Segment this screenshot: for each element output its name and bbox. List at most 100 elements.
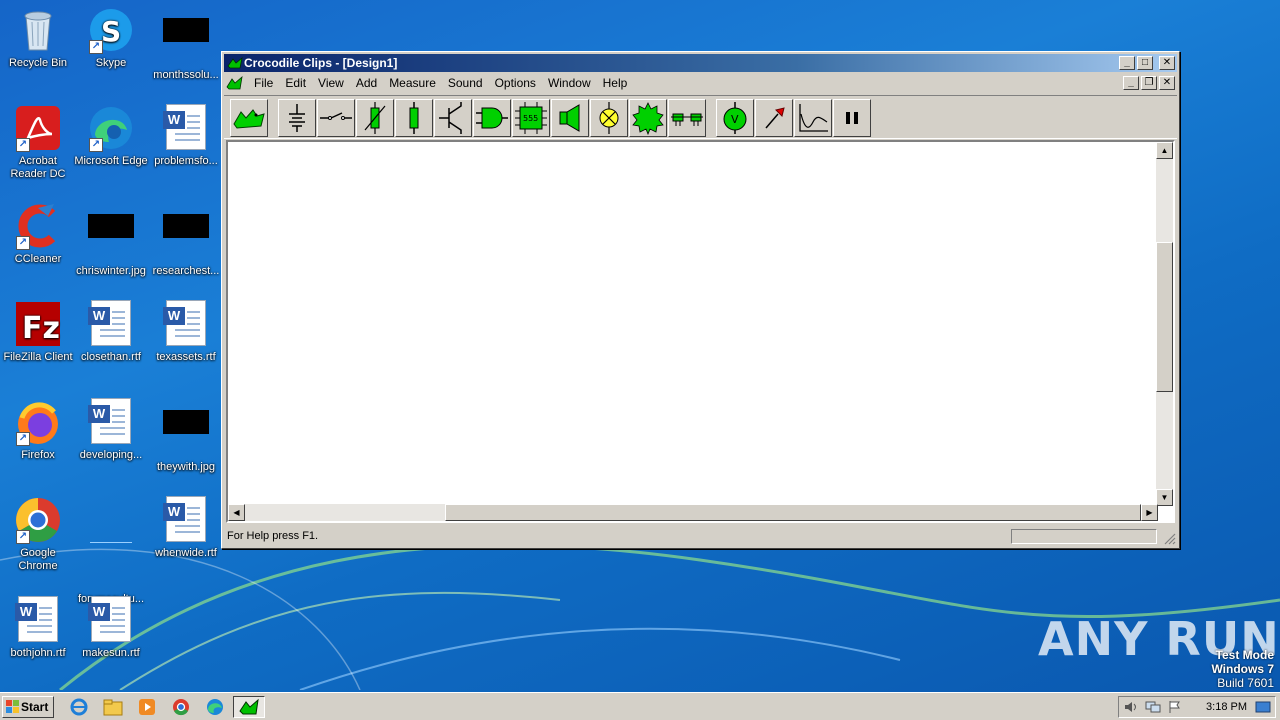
desktop-icon-developing[interactable]: W developing...: [73, 398, 149, 462]
shortcut-arrow-icon: ↗: [89, 40, 103, 54]
toolbar-voltmeter[interactable]: V: [716, 99, 754, 137]
media-player-icon[interactable]: [136, 697, 158, 717]
toolbar-thermistor[interactable]: [356, 99, 394, 137]
desktop-icon-ccleaner[interactable]: ↗ CCleaner: [0, 202, 76, 266]
desktop-icon-recycle-bin[interactable]: Recycle Bin: [0, 6, 76, 70]
image-thumbnail-icon: [87, 214, 135, 262]
desktop-icon-forumscultu[interactable]: forumscultu...: [73, 496, 149, 606]
taskbar-crocodile-clips[interactable]: [233, 696, 265, 718]
desktop-icon-label: chriswinter.jpg: [76, 265, 146, 277]
toolbar-speaker[interactable]: [551, 99, 589, 137]
toolbar-graph[interactable]: [794, 99, 832, 137]
toolbar-transistor[interactable]: [434, 99, 472, 137]
desktop-icon-chrome[interactable]: ↗ Google Chrome: [0, 496, 76, 573]
shortcut-arrow-icon: ↗: [16, 236, 30, 250]
test-mode-line1: Test Mode: [1215, 648, 1274, 662]
chrome-taskbar-icon[interactable]: [170, 697, 192, 717]
toolbar-relay[interactable]: [668, 99, 706, 137]
toolbar-pause[interactable]: [833, 99, 871, 137]
file-explorer-icon[interactable]: [102, 697, 124, 717]
toolbar-resistor[interactable]: [395, 99, 433, 137]
vertical-scrollbar[interactable]: ▲ ▼: [1156, 142, 1173, 506]
desktop-icon-researchest[interactable]: researchest...: [148, 202, 224, 278]
toolbar-motor-gear[interactable]: [629, 99, 667, 137]
desktop-icon-makesun[interactable]: W makesun.rtf: [73, 596, 149, 660]
test-mode-line2: Windows 7: [1211, 662, 1274, 676]
action-center-flag-icon[interactable]: [1167, 700, 1183, 714]
document-minimize-button[interactable]: _: [1123, 76, 1139, 90]
toolbar-logic-gate[interactable]: [473, 99, 511, 137]
scroll-down-button[interactable]: ▼: [1156, 489, 1173, 506]
horizontal-scrollbar[interactable]: ◀ ▶: [228, 504, 1158, 521]
desktop-icon-label: texassets.rtf: [156, 351, 216, 363]
taskbar: Start 3:18 PM: [0, 692, 1280, 720]
document-close-button[interactable]: ✕: [1159, 76, 1175, 90]
desktop-icon-chriswinter[interactable]: chriswinter.jpg: [73, 202, 149, 278]
scroll-right-button[interactable]: ▶: [1141, 504, 1158, 521]
window-titlebar[interactable]: Crocodile Clips - [Design1] _ □ ✕: [224, 54, 1177, 72]
show-desktop-icon[interactable]: [1255, 701, 1271, 713]
desktop-icon-monthssolu[interactable]: monthssolu...: [148, 6, 224, 82]
desktop-icon-edge[interactable]: ↗ Microsoft Edge: [73, 104, 149, 168]
image-thumbnail-icon: [162, 410, 210, 458]
component-toolbar: 555 V: [224, 95, 1177, 139]
start-button[interactable]: Start: [2, 696, 54, 718]
scroll-up-button[interactable]: ▲: [1156, 142, 1173, 159]
resize-grip-icon[interactable]: [1162, 531, 1176, 545]
vertical-scroll-thumb[interactable]: [1156, 242, 1173, 392]
image-thumbnail-icon: [162, 214, 210, 262]
toolbar-555-chip[interactable]: 555: [512, 99, 550, 137]
maximize-button[interactable]: □: [1137, 56, 1153, 70]
toolbar-crocodile-logo[interactable]: [230, 99, 268, 137]
logic-gate-icon: [476, 107, 508, 129]
crocodile-clips-window: Crocodile Clips - [Design1] _ □ ✕ File E…: [221, 51, 1180, 549]
desktop-icon-acrobat[interactable]: ↗ Acrobat Reader DC: [0, 104, 76, 181]
menu-window[interactable]: Window: [542, 74, 597, 92]
desktop-icon-texassets[interactable]: W texassets.rtf: [148, 300, 224, 364]
desktop-icon-label: closethan.rtf: [81, 351, 141, 363]
desktop-icon-firefox[interactable]: ↗ Firefox: [0, 398, 76, 462]
desktop-icon-skype[interactable]: S ↗ Skype: [73, 6, 149, 70]
scroll-left-button[interactable]: ◀: [228, 504, 245, 521]
close-button[interactable]: ✕: [1159, 56, 1175, 70]
minimize-button[interactable]: _: [1119, 56, 1135, 70]
svg-text:S: S: [101, 15, 121, 48]
menu-measure[interactable]: Measure: [383, 74, 442, 92]
desktop-icon-filezilla[interactable]: Fz FileZilla Client: [0, 300, 76, 364]
desktop-icon-bothjohn[interactable]: W bothjohn.rtf: [0, 596, 76, 660]
menu-edit[interactable]: Edit: [279, 74, 312, 92]
desktop-icon-problemsfo[interactable]: W problemsfo...: [148, 104, 224, 168]
desktop-icon-label: makesun.rtf: [82, 647, 140, 659]
toolbar-switch[interactable]: [317, 99, 355, 137]
word-document-icon: W: [162, 104, 210, 152]
shortcut-arrow-icon: ↗: [16, 432, 30, 446]
desktop-icon-whenwide[interactable]: W whenwide.rtf: [148, 496, 224, 560]
toolbar-lamp[interactable]: [590, 99, 628, 137]
toolbar-probe[interactable]: [755, 99, 793, 137]
desktop-icon-closethan[interactable]: W closethan.rtf: [73, 300, 149, 364]
statusbar: For Help press F1.: [224, 526, 1177, 546]
windows-flag-icon: [6, 700, 19, 713]
resistor-icon: [409, 102, 419, 134]
clock[interactable]: 3:18 PM: [1206, 697, 1247, 717]
desktop-icon-theywith[interactable]: theywith.jpg: [148, 398, 224, 474]
desktop-icon-label: Skype: [95, 57, 127, 69]
menu-help[interactable]: Help: [597, 74, 634, 92]
window-title: Crocodile Clips - [Design1]: [244, 56, 398, 70]
document-system-menu-icon[interactable]: [226, 75, 244, 91]
menu-add[interactable]: Add: [350, 74, 383, 92]
document-restore-button[interactable]: ❐: [1141, 76, 1157, 90]
network-icon[interactable]: [1145, 700, 1161, 714]
desktop-icon-label: FileZilla Client: [3, 351, 73, 363]
menu-view[interactable]: View: [312, 74, 350, 92]
desktop-icon-label: developing...: [79, 449, 143, 461]
menu-options[interactable]: Options: [489, 74, 542, 92]
design-canvas[interactable]: ▲ ▼ ◀ ▶: [226, 140, 1175, 523]
internet-explorer-icon[interactable]: [68, 697, 90, 717]
volume-icon[interactable]: [1123, 700, 1139, 714]
toolbar-battery[interactable]: [278, 99, 316, 137]
menu-file[interactable]: File: [248, 74, 279, 92]
menu-sound[interactable]: Sound: [442, 74, 489, 92]
horizontal-scroll-thumb[interactable]: [445, 504, 1141, 521]
edge-taskbar-icon[interactable]: [204, 697, 226, 717]
